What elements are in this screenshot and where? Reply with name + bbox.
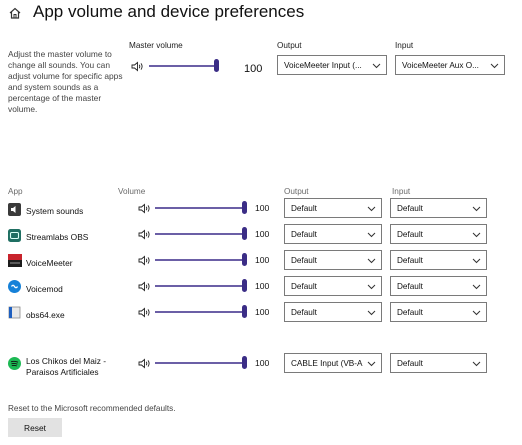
app-name-line2: Paraisos Artificiales [26,367,99,377]
obs64-icon [8,306,21,319]
home-icon[interactable] [8,6,22,20]
app-output-dropdown[interactable]: CABLE Input (VB-A [284,353,382,373]
app-input-dropdown[interactable]: Default [390,276,487,296]
app-output-dropdown[interactable]: Default [284,250,382,270]
app-volume-slider-thumb[interactable] [242,305,247,318]
chevron-down-icon [472,232,481,238]
chevron-down-icon [472,206,481,212]
reset-description: Reset to the Microsoft recommended defau… [8,404,176,413]
speaker-icon[interactable] [138,229,152,240]
chevron-down-icon [367,258,376,264]
app-volume-slider-thumb[interactable] [242,279,247,292]
app-input-dropdown[interactable]: Default [390,224,487,244]
chevron-down-icon [367,361,376,367]
app-volume-slider-track[interactable] [155,259,245,261]
app-volume-value: 100 [255,281,270,291]
app-volume-slider-track[interactable] [155,311,245,313]
speaker-icon[interactable] [131,61,145,72]
app-name: obs64.exe [26,310,65,320]
master-output-dropdown[interactable]: VoiceMeeter Input (... [277,55,387,75]
speaker-icon[interactable] [138,255,152,266]
chevron-down-icon [372,63,381,69]
chevron-down-icon [472,361,481,367]
master-input-value: VoiceMeeter Aux O... [402,61,479,70]
reset-button[interactable]: Reset [8,418,62,437]
chevron-down-icon [472,258,481,264]
app-input-value: Default [397,308,423,317]
app-input-dropdown[interactable]: Default [390,302,487,322]
chevron-down-icon [367,206,376,212]
master-output-label: Output [277,41,302,50]
app-output-dropdown[interactable]: Default [284,302,382,322]
spotify-icon [8,357,21,370]
speaker-icon[interactable] [138,307,152,318]
column-header-input: Input [392,187,411,196]
app-volume-slider-track[interactable] [155,362,245,364]
master-volume-label: Master volume [129,41,183,50]
app-name: Los Chikos del Maiz - [26,356,107,366]
chevron-down-icon [472,310,481,316]
app-input-value: Default [397,282,423,291]
chevron-down-icon [367,310,376,316]
system-sounds-icon [8,203,21,216]
app-volume-value: 100 [255,307,270,317]
app-output-value: Default [291,230,317,239]
app-output-value: Default [291,204,317,213]
master-input-dropdown[interactable]: VoiceMeeter Aux O... [395,55,505,75]
page-title: App volume and device preferences [33,2,305,21]
master-output-value: VoiceMeeter Input (... [284,61,362,70]
app-input-dropdown[interactable]: Default [390,250,487,270]
app-volume-slider-thumb[interactable] [242,227,247,240]
master-volume-value: 100 [244,63,263,75]
app-volume-value: 100 [255,203,270,213]
column-header-output: Output [284,187,309,196]
app-name: Streamlabs OBS [26,232,89,242]
column-header-app: App [8,187,23,196]
app-volume-slider-track[interactable] [155,233,245,235]
speaker-icon[interactable] [138,358,152,369]
app-output-value: Default [291,282,317,291]
app-input-dropdown[interactable]: Default [390,353,487,373]
master-description: Adjust the master volume to change all s… [8,49,123,114]
app-volume-slider-thumb[interactable] [242,201,247,214]
app-output-value: Default [291,256,317,265]
master-volume-slider-thumb[interactable] [214,59,219,72]
app-name: VoiceMeeter [26,258,73,268]
app-output-dropdown[interactable]: Default [284,198,382,218]
app-volume-value: 100 [255,229,270,239]
app-name: Voicemod [26,284,63,294]
app-volume-slider-thumb[interactable] [242,253,247,266]
master-volume-slider-track[interactable] [149,65,217,67]
app-volume-slider-thumb[interactable] [242,356,247,369]
chevron-down-icon [367,232,376,238]
app-volume-value: 100 [255,255,270,265]
app-output-dropdown[interactable]: Default [284,276,382,296]
voicemod-icon [8,280,21,293]
app-volume-slider-track[interactable] [155,207,245,209]
column-header-volume: Volume [118,187,146,196]
app-volume-value: 100 [255,358,270,368]
app-output-dropdown[interactable]: Default [284,224,382,244]
app-input-value: Default [397,204,423,213]
speaker-icon[interactable] [138,281,152,292]
app-input-value: Default [397,359,423,368]
chevron-down-icon [490,63,499,69]
app-input-dropdown[interactable]: Default [390,198,487,218]
app-input-value: Default [397,230,423,239]
speaker-icon[interactable] [138,203,152,214]
chevron-down-icon [367,284,376,290]
chevron-down-icon [472,284,481,290]
app-input-value: Default [397,256,423,265]
app-output-value: Default [291,308,317,317]
app-volume-slider-track[interactable] [155,285,245,287]
app-output-value: CABLE Input (VB-A [291,359,363,368]
voicemeeter-icon [8,254,22,267]
app-name: System sounds [26,206,84,216]
master-input-label: Input [395,41,414,50]
streamlabs-obs-icon [8,229,21,242]
